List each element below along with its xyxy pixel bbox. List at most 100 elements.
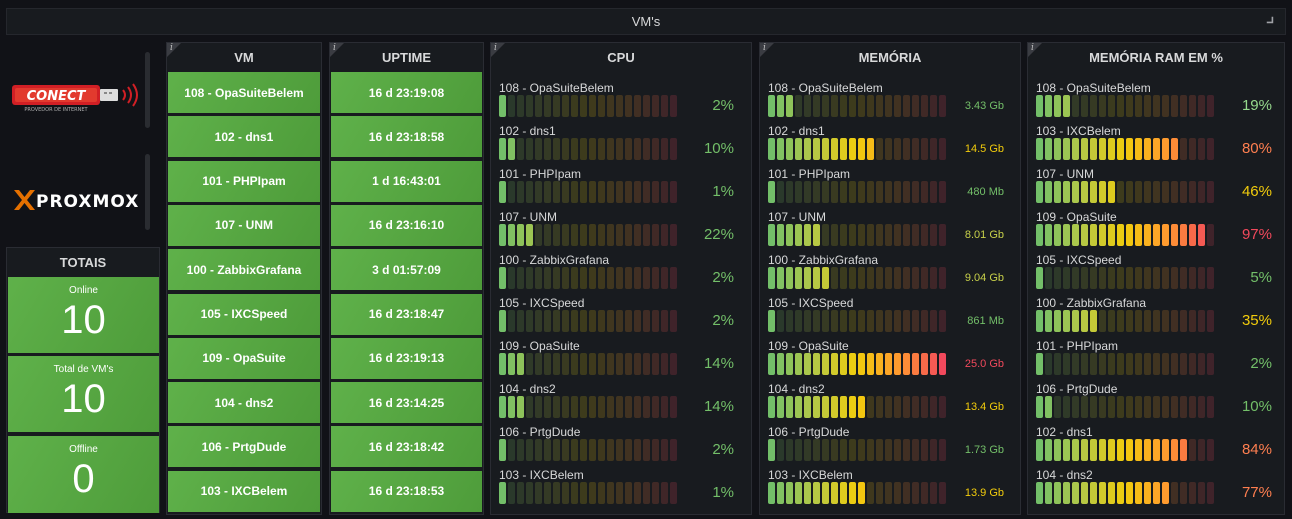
gauge-segment — [849, 267, 856, 289]
gauge-segment — [499, 95, 506, 117]
gauge-segment — [625, 267, 632, 289]
gauge-segment — [544, 95, 551, 117]
gauge-segment — [939, 353, 946, 375]
gauge-segment — [876, 310, 883, 332]
gauge-segment — [930, 267, 937, 289]
gauge-row: 102 - dns1 14.5 Gb — [768, 124, 1004, 167]
gauge-segment — [849, 95, 856, 117]
conect-logo-panel: CONECT PROVEDOR DE INTERNET — [6, 64, 154, 128]
conect-logo: CONECT PROVEDOR DE INTERNET — [12, 83, 138, 113]
gauge-segment — [652, 138, 659, 160]
gauge-segment — [562, 439, 569, 461]
gauge-segment — [813, 439, 820, 461]
gauge-segment — [598, 95, 605, 117]
gauge-segment — [1063, 224, 1070, 246]
gauge-segment — [1180, 353, 1187, 375]
gauge-segment — [589, 181, 596, 203]
gauge-segment — [876, 138, 883, 160]
gauge-segment — [804, 310, 811, 332]
gauge-segment — [580, 95, 587, 117]
vm-name-cell: 100 - ZabbixGrafana — [168, 249, 320, 291]
gauge-label: 108 - OpaSuiteBelem — [1036, 81, 1151, 95]
gauge-segment — [553, 95, 560, 117]
gauge-segment — [822, 353, 829, 375]
uptime-cell: 16 d 23:16:10 — [331, 204, 482, 246]
dashboard-row-header[interactable]: VM's — [6, 8, 1286, 35]
gauge-segment — [1081, 267, 1088, 289]
gauge-row: 102 - dns1 84% — [1036, 425, 1272, 468]
gauge-segment — [1189, 181, 1196, 203]
uptime-cell: 16 d 23:18:42 — [331, 426, 482, 468]
gauge-segment — [1135, 482, 1142, 504]
gauge-segment — [894, 439, 901, 461]
gauge-segment — [912, 181, 919, 203]
vm-name-cell: 102 - dns1 — [168, 116, 320, 158]
gauge-segment — [885, 224, 892, 246]
gauge-segment — [607, 267, 614, 289]
gauge-segment — [912, 310, 919, 332]
gauge-segment — [1135, 439, 1142, 461]
gauge-segment — [535, 224, 542, 246]
gauge-segment — [508, 439, 515, 461]
gauge-segment — [589, 439, 596, 461]
gauge-segment — [643, 310, 650, 332]
gauge-segment — [1126, 353, 1133, 375]
gauge-segment — [822, 95, 829, 117]
gauge-segment — [858, 267, 865, 289]
gauge-segment — [831, 353, 838, 375]
gauge-segment — [634, 310, 641, 332]
gauge-segment — [804, 439, 811, 461]
gauge-segment — [1207, 310, 1214, 332]
gauge-segment — [652, 396, 659, 418]
gauge-segment — [804, 482, 811, 504]
uptime-cell: 16 d 23:18:53 — [331, 470, 482, 512]
vm-name-cell: 103 - IXCBelem — [168, 470, 320, 512]
gauge-bar — [499, 482, 677, 504]
gauge-segment — [1099, 439, 1106, 461]
gauge-segment — [1036, 138, 1043, 160]
gauge-segment — [544, 353, 551, 375]
gauge-segment — [1180, 138, 1187, 160]
gauge-segment — [867, 224, 874, 246]
logo-scrollbar-2[interactable] — [145, 154, 150, 230]
gauge-segment — [1126, 267, 1133, 289]
conect-logo-subtext: PROVEDOR DE INTERNET — [24, 107, 88, 113]
gauge-segment — [1108, 310, 1115, 332]
gauge-segment — [840, 439, 847, 461]
gauge-value: 14% — [703, 398, 734, 415]
gauge-segment — [1081, 353, 1088, 375]
gauge-segment — [544, 224, 551, 246]
collapse-icon[interactable] — [1265, 15, 1277, 27]
gauge-segment — [804, 181, 811, 203]
gauge-bar — [768, 353, 946, 375]
gauge-row: 106 - PrtgDude 1.73 Gb — [768, 425, 1004, 468]
gauge-bar — [768, 95, 946, 117]
gauge-segment — [1153, 353, 1160, 375]
uptime-value: 16 d 23:19:13 — [368, 351, 445, 366]
gauge-segment — [1162, 267, 1169, 289]
gauge-row: 101 - PHPIpam 2% — [1036, 339, 1272, 382]
gauge-segment — [813, 396, 820, 418]
gauge-segment — [634, 224, 641, 246]
gauge-segment — [1207, 396, 1214, 418]
gauge-segment — [804, 267, 811, 289]
online-label: Online — [69, 285, 98, 296]
gauge-segment — [544, 181, 551, 203]
gauge-label: 102 - dns1 — [1036, 425, 1093, 439]
gauge-segment — [1189, 482, 1196, 504]
logo-scrollbar[interactable] — [145, 52, 150, 128]
gauge-segment — [661, 482, 668, 504]
gauge-segment — [643, 482, 650, 504]
gauge-label: 102 - dns1 — [499, 124, 556, 138]
conect-logo-text: CONECT — [27, 89, 87, 104]
gauge-segment — [876, 439, 883, 461]
vm-name-cell: 104 - dns2 — [168, 382, 320, 424]
gauge-segment — [508, 267, 515, 289]
gauge-segment — [858, 310, 865, 332]
gauge-segment — [876, 95, 883, 117]
gauge-segment — [804, 224, 811, 246]
gauge-segment — [795, 95, 802, 117]
gauge-segment — [1126, 181, 1133, 203]
gauge-segment — [535, 267, 542, 289]
gauge-segment — [499, 310, 506, 332]
